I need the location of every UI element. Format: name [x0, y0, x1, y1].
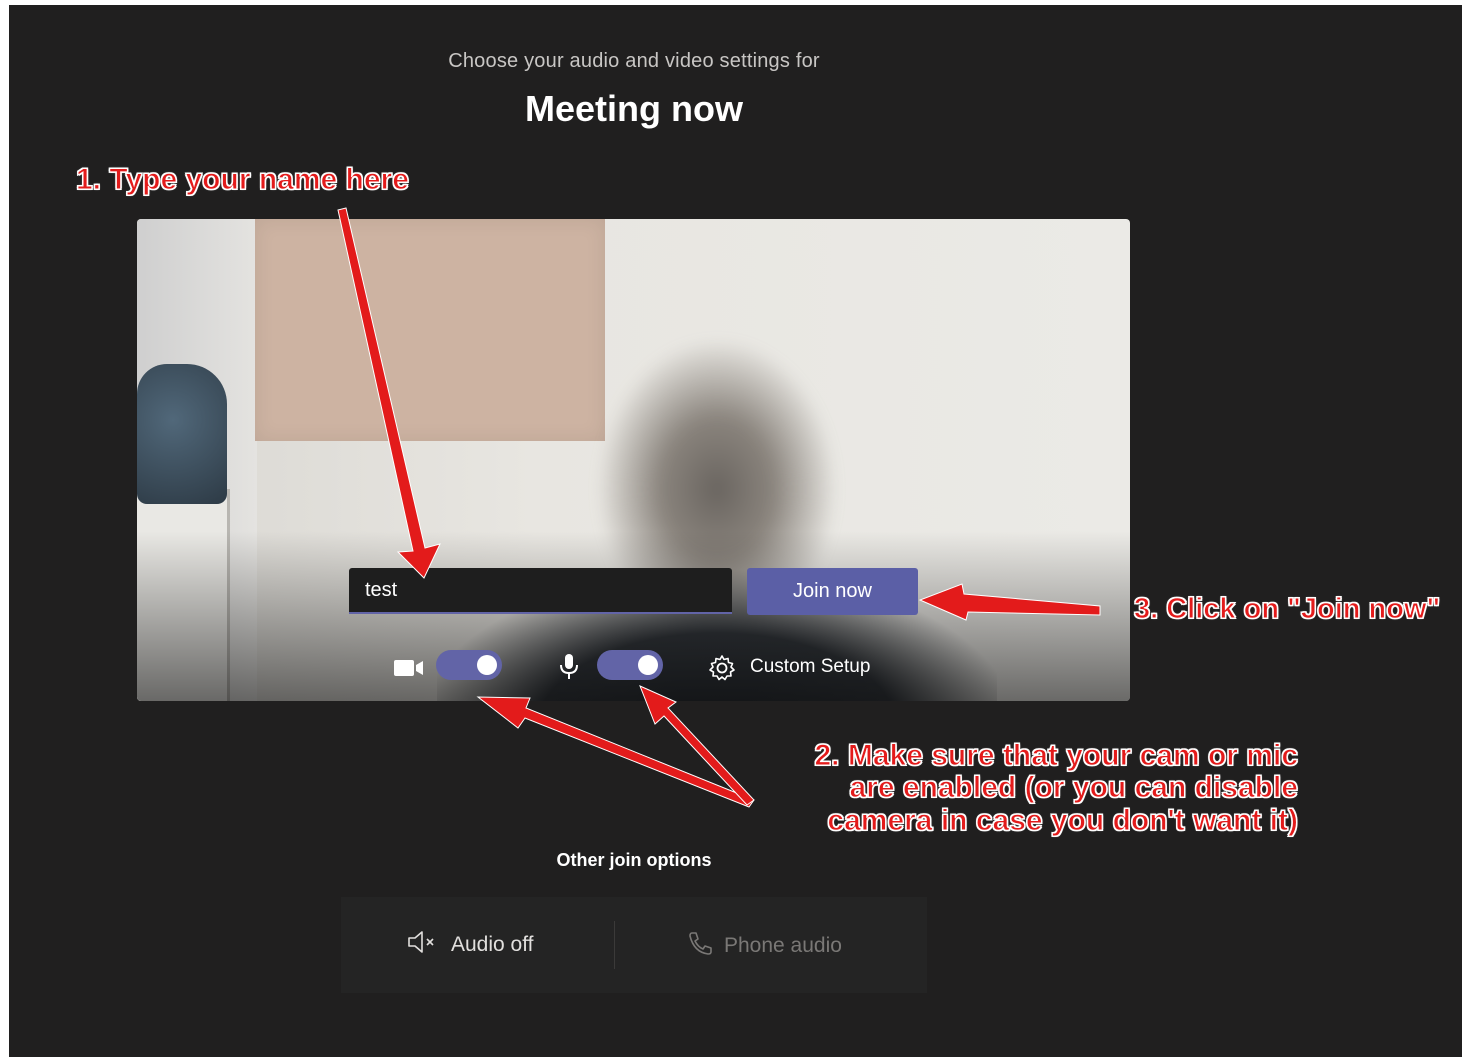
audio-off-option[interactable]: Audio off: [407, 930, 534, 960]
microphone-icon: [558, 653, 580, 681]
camera-toggle-knob: [477, 655, 497, 675]
other-join-options-heading: Other join options: [556, 850, 712, 870]
background-backpack: [137, 364, 227, 504]
annotation-step-2: 2. Make sure that your cam or mic are en…: [784, 739, 1299, 838]
annotation-step-3: 3. Click on "Join now": [1133, 593, 1441, 626]
custom-setup-button[interactable]: Custom Setup: [750, 656, 870, 678]
microphone-toggle-knob: [638, 655, 658, 675]
annotation-step-2-line-3: camera in case you don't want it): [827, 803, 1299, 837]
settings-subtitle: Choose your audio and video settings for: [448, 50, 820, 72]
annotation-step-2-line-2: are enabled (or you can disable: [849, 771, 1298, 805]
camera-toggle[interactable]: [436, 650, 502, 680]
annotation-step-1: 1. Type your name here: [76, 163, 410, 197]
options-divider: [614, 921, 615, 969]
audio-off-label: Audio off: [451, 933, 534, 956]
other-join-options-panel: Audio off Phone audio: [341, 897, 927, 993]
video-camera-icon: [394, 658, 424, 678]
join-now-button[interactable]: Join now: [747, 568, 918, 615]
gear-icon[interactable]: [707, 653, 737, 683]
meeting-title: Meeting now: [525, 88, 743, 129]
speaker-muted-icon: [407, 930, 441, 960]
microphone-toggle[interactable]: [597, 650, 663, 680]
phone-audio-option[interactable]: Phone audio: [686, 930, 842, 962]
name-input[interactable]: [349, 568, 732, 614]
annotation-step-2-line-1: 2. Make sure that your cam or mic: [814, 739, 1299, 773]
phone-audio-label: Phone audio: [724, 934, 842, 957]
phone-icon: [686, 930, 714, 962]
video-preview: [137, 219, 1130, 701]
